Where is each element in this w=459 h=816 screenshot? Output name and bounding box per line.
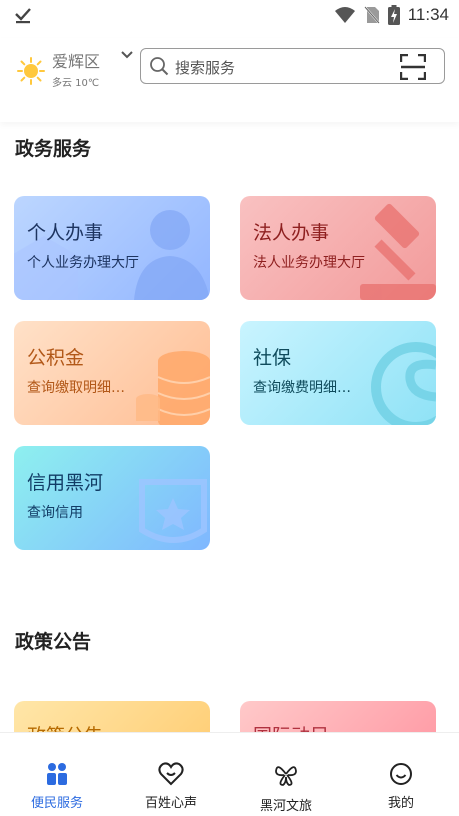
card-title: 社保	[253, 347, 292, 369]
district-name: 爱辉区	[52, 52, 101, 71]
coins-icon	[136, 351, 210, 425]
smiley-icon	[390, 763, 412, 785]
no-sim-icon	[363, 6, 380, 24]
card-title: 政策公告	[27, 721, 103, 732]
clock: 11:34	[407, 5, 449, 24]
nav-tab-mine[interactable]: 我的	[344, 733, 458, 816]
section-title-policy: 政策公告	[15, 631, 92, 653]
people-icon	[47, 763, 67, 785]
card-subtitle: 个人业务办理大厅	[27, 255, 139, 271]
weather-text: 多云 10℃	[52, 78, 100, 89]
sunny-cloudy-icon	[17, 57, 45, 85]
scan-icon[interactable]	[400, 54, 426, 80]
nav-label: 我的	[387, 796, 414, 811]
card-subtitle: 查询缴费明细…	[253, 380, 351, 396]
section-title-government: 政务服务	[15, 138, 92, 160]
nav-label: 黑河文旅	[259, 799, 312, 814]
bottom-navigation: 便民服务 百姓心声 黑河文旅 我的	[0, 732, 459, 816]
card-social-security[interactable]: 社保 查询缴费明细…	[240, 321, 436, 425]
card-title: 公积金	[27, 347, 85, 369]
chevron-down-icon	[121, 51, 133, 59]
card-housing-fund[interactable]: 公积金 查询缴取明细…	[14, 321, 210, 425]
card-international-news[interactable]: 国际动目	[240, 701, 436, 732]
nav-tab-public-voice[interactable]: 百姓心声	[114, 733, 228, 816]
card-title: 法人办事	[253, 222, 330, 244]
status-bar: 11:34	[0, 0, 459, 34]
nav-label: 百姓心声	[144, 796, 197, 811]
app-header: 爱辉区 多云 10℃ 搜索服务	[0, 38, 459, 122]
card-personal-affairs[interactable]: 个人办事 个人业务办理大厅	[14, 196, 210, 300]
search-input[interactable]: 搜索服务	[175, 57, 235, 78]
wifi-icon	[334, 7, 355, 23]
person-icon	[14, 210, 210, 300]
nav-tab-services[interactable]: 便民服务	[0, 733, 114, 816]
location-weather-selector[interactable]: 爱辉区 多云 10℃	[14, 44, 136, 92]
social-security-icon	[371, 342, 436, 425]
card-policy-announcement[interactable]: 政策公告	[14, 701, 210, 732]
battery-charging-icon	[387, 5, 400, 25]
card-credit-heihe[interactable]: 信用黑河 查询信用	[14, 446, 210, 550]
card-title: 国际动目	[253, 721, 329, 732]
search-icon	[150, 57, 169, 76]
gavel-icon	[360, 203, 436, 300]
card-title: 个人办事	[27, 222, 104, 244]
card-subtitle: 法人业务办理大厅	[253, 255, 365, 271]
nav-label: 便民服务	[30, 796, 83, 811]
card-subtitle: 查询缴取明细…	[27, 380, 125, 396]
card-legal-affairs[interactable]: 法人办事 法人业务办理大厅	[240, 196, 436, 300]
download-check-icon	[14, 6, 32, 29]
card-title: 信用黑河	[27, 472, 104, 494]
heart-smile-icon	[158, 762, 184, 786]
nav-tab-tourism[interactable]: 黑河文旅	[229, 733, 343, 816]
shield-star-icon	[139, 479, 207, 543]
search-bar[interactable]: 搜索服务	[140, 48, 445, 84]
card-subtitle: 查询信用	[27, 505, 83, 521]
butterfly-icon	[275, 766, 297, 786]
